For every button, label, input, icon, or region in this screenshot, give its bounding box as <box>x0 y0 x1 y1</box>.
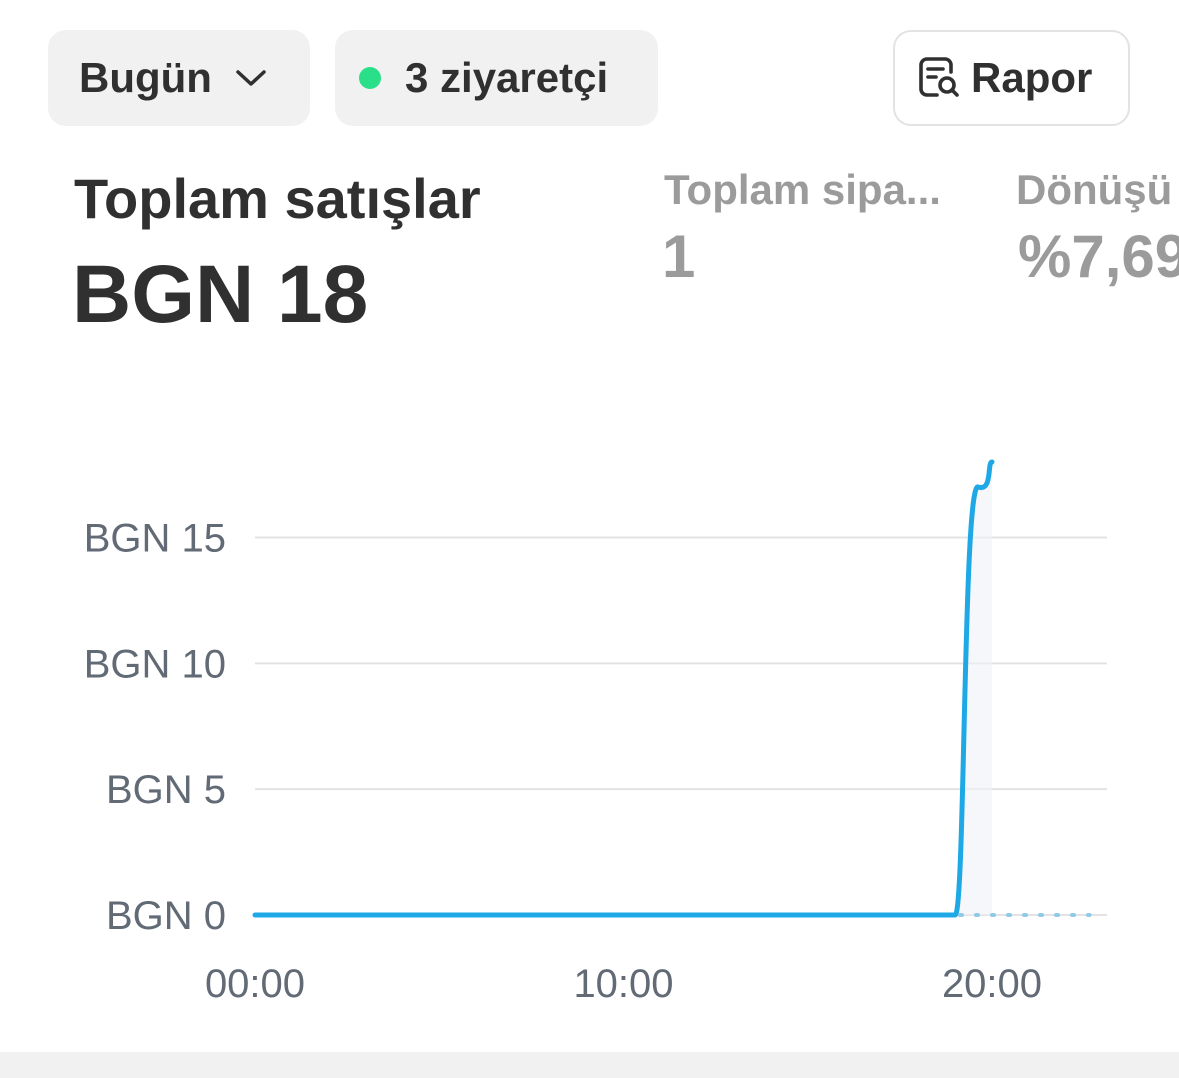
total-orders-value: 1 <box>662 223 696 290</box>
date-filter-label: Bugün <box>79 54 212 101</box>
date-filter-button[interactable]: Bugün <box>48 30 310 126</box>
total-sales-title[interactable]: Toplam satışlar <box>74 166 481 231</box>
live-visitors-button[interactable]: 3 ziyaretçi <box>335 30 658 126</box>
live-visitors-label: 3 ziyaretçi <box>405 54 609 101</box>
conversion-title[interactable]: Dönüşü <box>1016 166 1172 214</box>
y-axis-ticks: BGN 0 BGN 5 BGN 10 BGN 15 <box>84 517 226 939</box>
chart-series <box>252 459 1092 918</box>
y-tick-label: BGN 0 <box>106 894 226 938</box>
y-tick-label: BGN 10 <box>84 642 226 686</box>
series-line <box>252 459 995 918</box>
conversion-value: %7,69 <box>1018 223 1179 290</box>
live-dot-icon <box>359 67 381 89</box>
x-axis-ticks: 00:00 10:00 20:00 <box>205 962 1042 1006</box>
report-search-icon <box>919 57 959 97</box>
report-button[interactable]: Rapor <box>893 30 1130 126</box>
total-sales-value: BGN 18 <box>72 249 369 340</box>
chevron-down-icon <box>236 70 266 86</box>
sales-line-chart[interactable]: BGN 0 BGN 5 BGN 10 BGN 15 00:00 10:00 20:00 <box>0 400 1179 1020</box>
bottom-divider <box>0 1052 1179 1078</box>
y-tick-label: BGN 15 <box>84 517 226 561</box>
x-tick-label: 10:00 <box>573 962 673 1006</box>
series-area <box>255 462 992 915</box>
x-tick-label: 00:00 <box>205 962 305 1006</box>
report-label: Rapor <box>971 54 1093 101</box>
total-orders-title[interactable]: Toplam sipa... <box>664 166 941 214</box>
x-tick-label: 20:00 <box>942 962 1042 1006</box>
y-tick-label: BGN 5 <box>106 768 226 812</box>
